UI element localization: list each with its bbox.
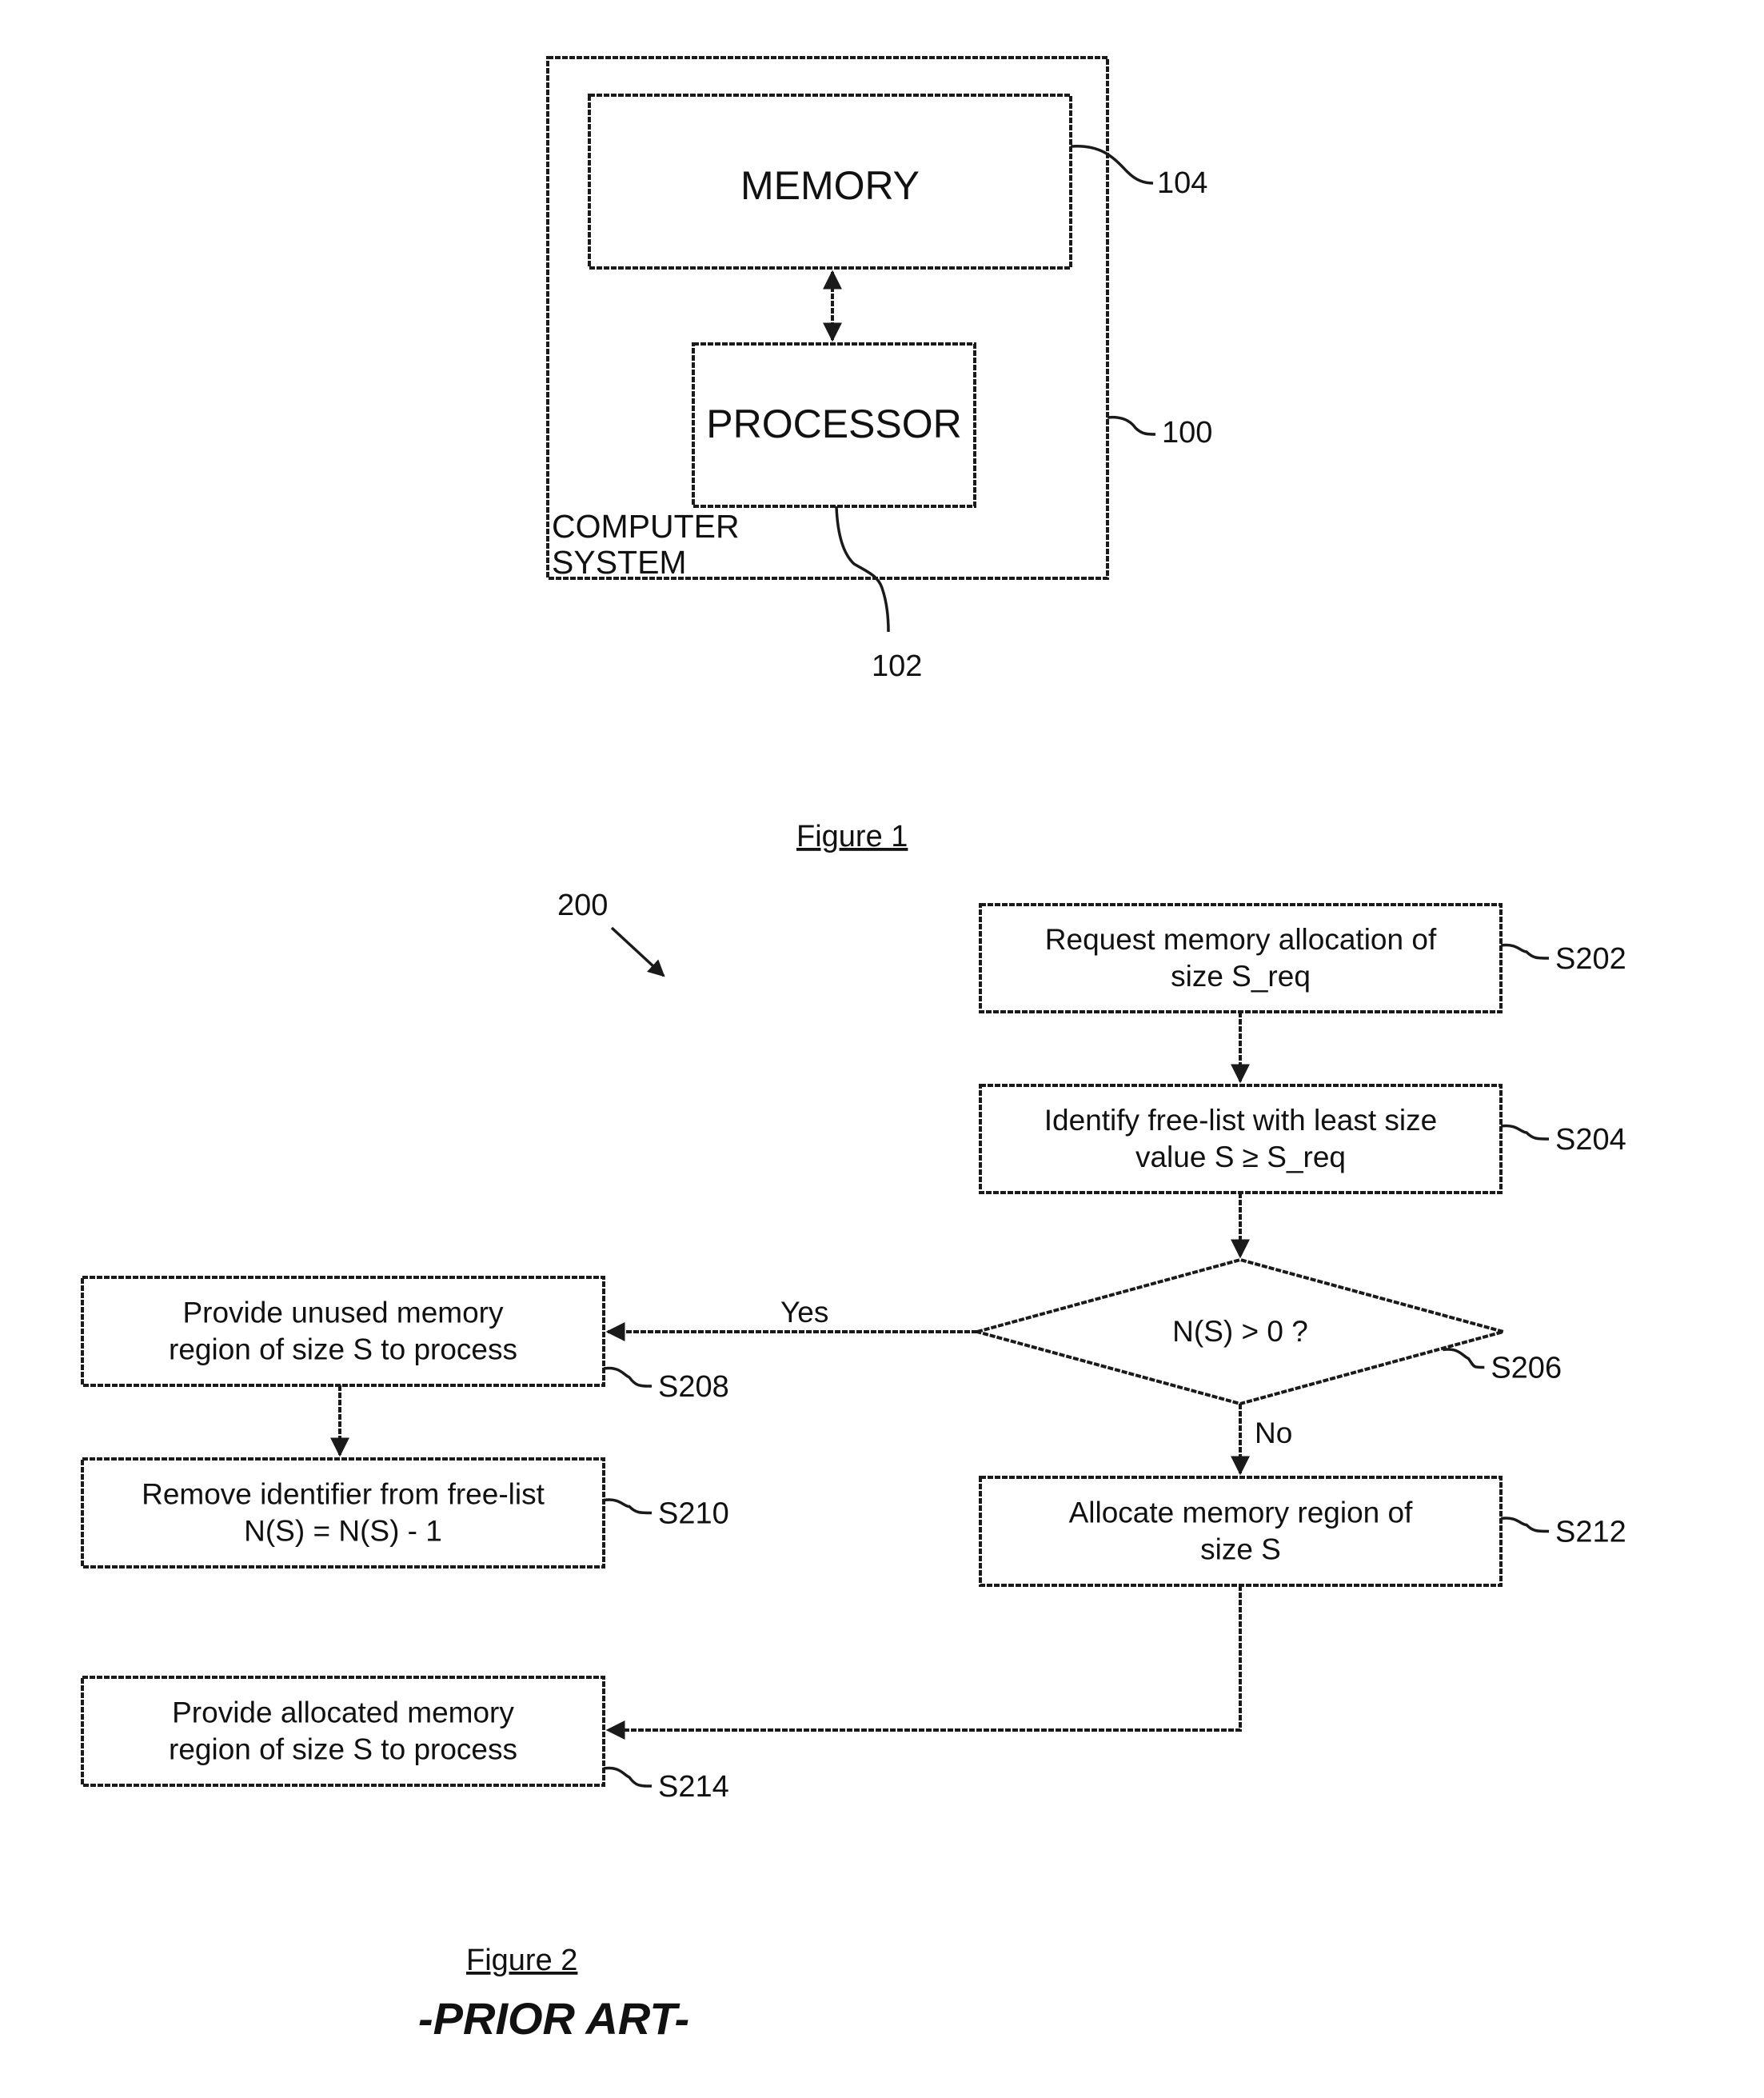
step-text-line: Provide allocated memory [172, 1696, 514, 1729]
step-text-line: Remove identifier from free-list [142, 1478, 545, 1511]
step-text-line: Allocate memory region of [1069, 1497, 1414, 1529]
step-text-line: Provide unused memory [182, 1297, 504, 1329]
step-ref-number: S206 [1491, 1352, 1562, 1385]
process-box [979, 1084, 1503, 1194]
processor-label: PROCESSOR [706, 402, 962, 446]
system-ref-number: 100 [1162, 416, 1212, 450]
step-s202: Request memory allocation of size S_req S2… [979, 903, 1626, 1013]
step-s212: Allocate memory region of size S S212 [979, 1476, 1626, 1587]
step-ref-leader [1500, 1517, 1550, 1533]
edge-no-label: No [1255, 1417, 1292, 1449]
step-s208: Provide unused memory region of size S to… [81, 1276, 729, 1404]
step-s210: Remove identifier from free-list N(S) = N… [81, 1457, 729, 1569]
process-box [81, 1457, 605, 1569]
step-ref-number: S204 [1555, 1123, 1626, 1157]
computer-system-label-line-2: SYSTEM [552, 544, 687, 581]
process-box [81, 1276, 605, 1387]
flowchart-ref-number: 200 [557, 889, 608, 922]
step-s204: Identify free-list with least size value … [979, 1084, 1626, 1194]
memory-label: MEMORY [740, 163, 920, 208]
step-ref-leader [603, 1498, 653, 1515]
process-box [81, 1676, 605, 1787]
prior-art-note: -PRIOR ART- [418, 1993, 689, 2044]
patent-drawing-sheet: COMPUTER SYSTEM MEMORY PROCESSOR 104 100… [81, 56, 1626, 2044]
step-ref-number: S208 [658, 1370, 729, 1404]
step-ref-leader [1500, 943, 1550, 960]
step-ref-number: S202 [1555, 942, 1626, 976]
figure-1-caption: Figure 1 [796, 820, 908, 853]
processor-ref-number: 102 [872, 649, 922, 683]
step-ref-leader [1443, 1348, 1485, 1369]
step-ref-leader [1500, 1124, 1550, 1141]
step-text-line: size S_req [1171, 960, 1311, 993]
computer-system-label-line-1: COMPUTER [552, 508, 740, 545]
memory-ref-number: 104 [1157, 166, 1207, 200]
edge-yes-label: Yes [780, 1296, 828, 1329]
flowchart-ref-arrow [610, 926, 665, 977]
edge-s212-s214 [605, 1585, 1242, 1740]
figure-2: 200 Yes No Request memory allocation of s… [81, 889, 1626, 2044]
step-text-line: Request memory allocation of [1045, 923, 1437, 956]
step-text-line: size S [1200, 1533, 1281, 1566]
step-ref-number: S212 [1555, 1516, 1626, 1549]
step-ref-number: S214 [658, 1770, 729, 1804]
step-text-line: N(S) = N(S) - 1 [244, 1515, 442, 1548]
figure-1: COMPUTER SYSTEM MEMORY PROCESSOR 104 100… [546, 56, 1212, 853]
system-ref-leader [1107, 415, 1156, 436]
step-text-line: Identify free-list with least size [1044, 1104, 1437, 1137]
step-s206: N(S) > 0 ? S206 [971, 1257, 1562, 1406]
step-s214: Provide allocated memory region of size S… [81, 1676, 729, 1804]
process-box [979, 903, 1503, 1013]
step-ref-leader [603, 1366, 653, 1388]
figure-2-caption: Figure 2 [466, 1944, 577, 1977]
step-ref-number: S210 [658, 1497, 729, 1531]
step-text-line: N(S) > 0 ? [1172, 1315, 1308, 1348]
process-box [979, 1476, 1503, 1587]
step-text-line: region of size S to process [169, 1733, 517, 1766]
step-text-line: region of size S to process [169, 1333, 517, 1366]
step-text-line: value S ≥ S_req [1135, 1141, 1346, 1173]
step-ref-leader [603, 1766, 653, 1788]
